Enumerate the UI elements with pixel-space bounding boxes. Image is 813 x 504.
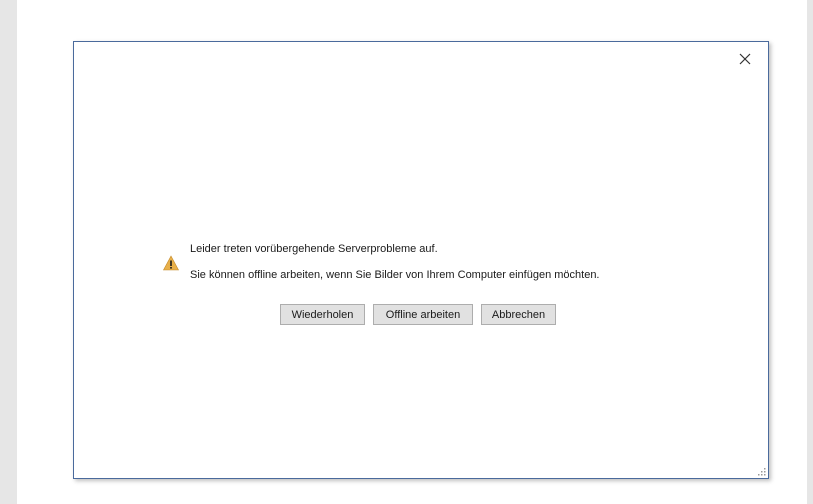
message-block: Leider treten vorübergehende Serverprobl… xyxy=(163,242,690,282)
server-error-dialog: Leider treten vorübergehende Serverprobl… xyxy=(73,41,769,479)
error-message: Leider treten vorübergehende Serverprobl… xyxy=(190,243,438,255)
retry-button[interactable]: Wiederholen xyxy=(280,304,365,325)
resize-grip-icon[interactable] xyxy=(758,468,766,476)
warning-triangle-icon xyxy=(163,255,179,271)
offline-hint-message: Sie können offline arbeiten, wenn Sie Bi… xyxy=(190,269,600,281)
button-row: Wiederholen Offline arbeiten Abbrechen xyxy=(280,304,556,325)
cancel-button[interactable]: Abbrechen xyxy=(481,304,556,325)
close-button[interactable] xyxy=(736,50,754,68)
close-icon xyxy=(739,53,751,65)
work-offline-button[interactable]: Offline arbeiten xyxy=(373,304,473,325)
